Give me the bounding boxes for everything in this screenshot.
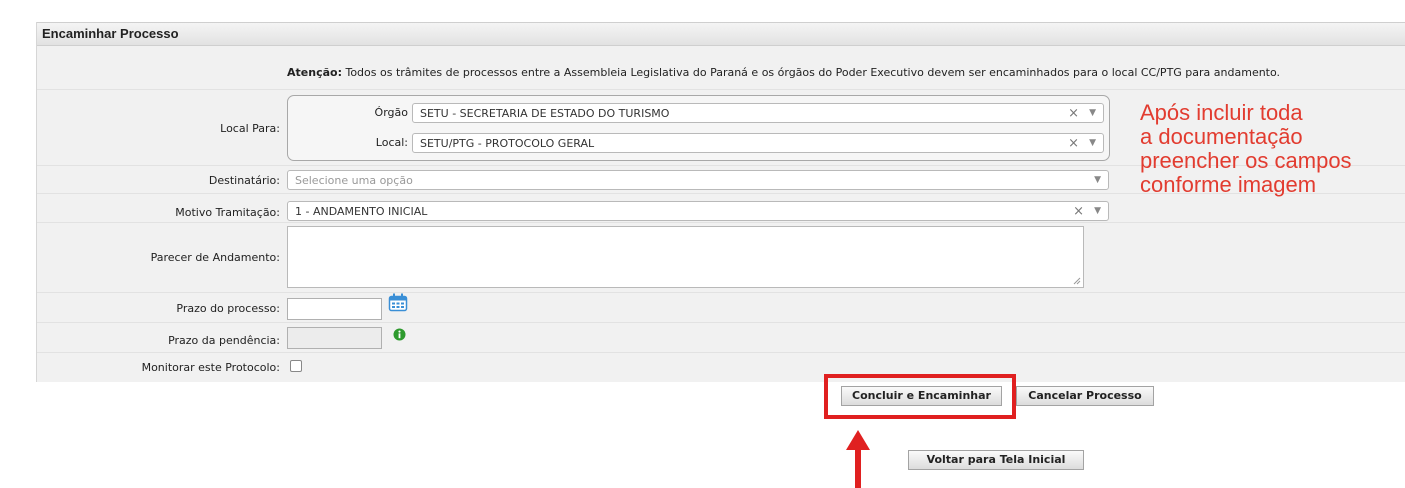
instruction-line: a documentação	[1140, 124, 1303, 149]
panel-header: Encaminhar Processo	[37, 22, 1405, 46]
instruction-line: Após incluir toda	[1140, 100, 1303, 125]
prazo-processo-input[interactable]	[287, 298, 382, 320]
local-para-label: Local Para:	[220, 122, 280, 135]
panel-title: Encaminhar Processo	[42, 26, 179, 41]
chevron-down-icon[interactable]: ▼	[1089, 108, 1096, 118]
local-para-group: Órgão SETU - SECRETARIA DE ESTADO DO TUR…	[287, 95, 1110, 161]
monitorar-label: Monitorar este Protocolo:	[141, 361, 280, 374]
destinatario-placeholder: Selecione uma opção	[295, 174, 413, 187]
clear-icon[interactable]: ×	[1068, 106, 1079, 121]
divider	[37, 89, 1405, 90]
instruction-line: preencher os campos	[1140, 148, 1352, 173]
prazo-pendencia-label: Prazo da pendência:	[168, 334, 280, 347]
divider	[37, 352, 1405, 353]
form-panel: Encaminhar Processo Atenção: Todos os tr…	[36, 22, 1405, 382]
orgao-label: Órgão	[374, 106, 408, 119]
destinatario-label: Destinatário:	[208, 174, 280, 187]
instruction-note: Após incluir toda a documentação preench…	[1140, 101, 1405, 197]
motivo-value: 1 - ANDAMENTO INICIAL	[295, 205, 428, 218]
prazo-pendencia-input	[287, 327, 382, 349]
attention-bold: Atenção:	[287, 66, 342, 79]
clear-icon[interactable]: ×	[1068, 136, 1079, 151]
divider	[37, 322, 1405, 323]
clear-icon[interactable]: ×	[1073, 204, 1084, 219]
calendar-icon[interactable]	[388, 293, 408, 312]
local-label: Local:	[375, 136, 408, 149]
local-select[interactable]: SETU/PTG - PROTOCOLO GERAL × ▼	[412, 133, 1104, 153]
monitorar-checkbox[interactable]	[290, 360, 302, 372]
resize-grip-icon[interactable]	[1073, 277, 1081, 285]
parecer-label: Parecer de Andamento:	[150, 251, 280, 264]
voltar-tela-inicial-button[interactable]: Voltar para Tela Inicial	[908, 450, 1084, 470]
chevron-down-icon[interactable]: ▼	[1094, 206, 1101, 216]
parecer-textarea[interactable]	[287, 226, 1084, 288]
local-value: SETU/PTG - PROTOCOLO GERAL	[420, 137, 595, 150]
highlight-box	[824, 374, 1016, 419]
chevron-down-icon[interactable]: ▼	[1089, 138, 1096, 148]
divider	[37, 292, 1405, 293]
orgao-value: SETU - SECRETARIA DE ESTADO DO TURISMO	[420, 107, 670, 120]
prazo-processo-label: Prazo do processo:	[176, 302, 280, 315]
instruction-line: conforme imagem	[1140, 172, 1317, 197]
info-icon[interactable]	[393, 328, 406, 341]
chevron-down-icon[interactable]: ▼	[1094, 175, 1101, 185]
up-arrow-icon	[846, 430, 870, 488]
destinatario-select[interactable]: Selecione uma opção ▼	[287, 170, 1109, 190]
divider	[37, 222, 1405, 223]
attention-text: Todos os trâmites de processos entre a A…	[341, 66, 1281, 79]
motivo-select[interactable]: 1 - ANDAMENTO INICIAL × ▼	[287, 201, 1109, 221]
cancelar-processo-button[interactable]: Cancelar Processo	[1016, 386, 1154, 406]
orgao-select[interactable]: SETU - SECRETARIA DE ESTADO DO TURISMO ×…	[412, 103, 1104, 123]
attention-message: Atenção: Todos os trâmites de processos …	[287, 66, 1280, 79]
motivo-label: Motivo Tramitação:	[175, 206, 280, 219]
